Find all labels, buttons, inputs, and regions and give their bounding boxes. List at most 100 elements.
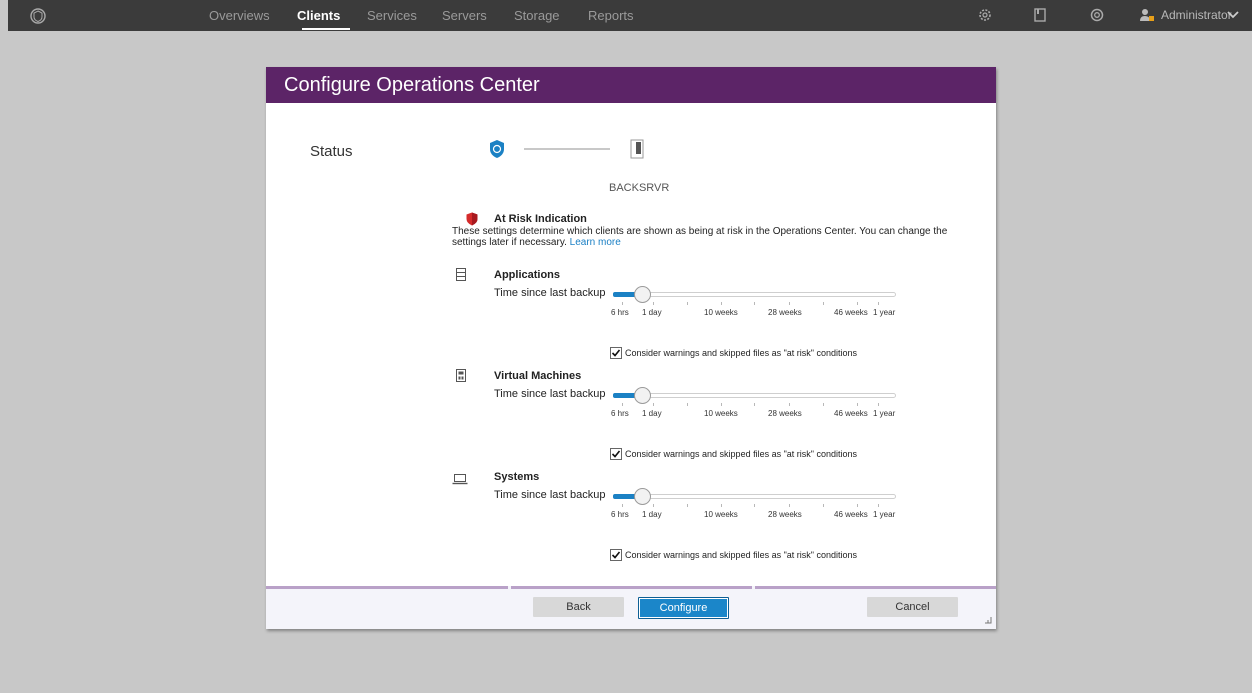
tick-label: 28 weeks	[768, 409, 802, 418]
slider-tick	[823, 504, 824, 507]
slider-tick	[687, 403, 688, 406]
slider-tick	[687, 302, 688, 305]
at-risk-description-text: These settings determine which clients a…	[452, 226, 948, 248]
configure-button[interactable]: Configure	[638, 597, 729, 619]
dialog-footer: Back Configure Cancel	[266, 586, 996, 629]
slider-tick	[754, 302, 755, 305]
slider-tick	[653, 504, 654, 507]
slider-tick	[789, 504, 790, 507]
slider-track[interactable]	[613, 292, 896, 297]
tick-label: 28 weeks	[768, 510, 802, 519]
status-label: Status	[310, 143, 353, 160]
slider-tick	[754, 403, 755, 406]
at-risk-description: These settings determine which clients a…	[452, 226, 972, 248]
slider-label: Time since last backup	[494, 287, 606, 299]
laptop-icon	[452, 472, 468, 490]
checkbox-label[interactable]: Consider warnings and skipped files as "…	[625, 348, 857, 358]
shield-status-icon	[489, 139, 505, 164]
tick-label: 1 day	[642, 510, 662, 519]
nav-services[interactable]: Services	[367, 8, 417, 23]
slider-label: Time since last backup	[494, 388, 606, 400]
at-risk-checkbox[interactable]	[610, 549, 622, 561]
status-connection-line	[524, 148, 610, 150]
section-title: Systems	[494, 471, 540, 483]
tick-label: 1 day	[642, 308, 662, 317]
book-icon[interactable]	[1034, 8, 1046, 27]
slider-tick	[721, 403, 722, 406]
slider-tick	[653, 403, 654, 406]
progress-step	[266, 586, 508, 589]
tick-label: 1 year	[873, 409, 896, 418]
virtual-machines-section: Virtual Machines Time since last backup …	[452, 369, 972, 470]
slider-tick	[789, 302, 790, 305]
product-logo-icon[interactable]	[30, 8, 46, 24]
applications-section: Applications Time since last backup 6 hr…	[452, 268, 972, 369]
slider-tick	[878, 403, 879, 406]
slider-label: Time since last backup	[494, 489, 606, 501]
checkbox-label[interactable]: Consider warnings and skipped files as "…	[625, 449, 857, 459]
slider-thumb[interactable]	[634, 286, 651, 303]
slider-track[interactable]	[613, 393, 896, 398]
systems-section: Systems Time since last backup 6 hrs 1 d…	[452, 471, 972, 571]
nav-servers[interactable]: Servers	[442, 8, 487, 23]
slider-tick	[823, 403, 824, 406]
virtual-machine-icon	[456, 369, 466, 387]
user-name[interactable]: Administrator	[1161, 8, 1232, 22]
checkbox-label[interactable]: Consider warnings and skipped files as "…	[625, 550, 857, 560]
slider-tick	[687, 504, 688, 507]
slider-tick	[721, 302, 722, 305]
dialog-title: Configure Operations Center	[284, 74, 540, 96]
progress-step	[511, 586, 752, 589]
nav-storage[interactable]: Storage	[514, 8, 560, 23]
server-icon	[630, 139, 644, 164]
active-tab-indicator	[302, 28, 350, 30]
applications-icon	[456, 268, 466, 286]
slider-thumb[interactable]	[634, 488, 651, 505]
slider-tick	[622, 504, 623, 507]
help-lifebuoy-icon[interactable]	[1090, 8, 1104, 27]
top-navigation-bar: Overviews Clients Services Servers Stora…	[8, 0, 1252, 31]
slider-tick	[857, 403, 858, 406]
tick-label: 46 weeks	[834, 409, 868, 418]
server-name: BACKSRVR	[609, 182, 670, 194]
slider-tick	[789, 403, 790, 406]
nav-overviews[interactable]: Overviews	[209, 8, 270, 23]
slider-tick	[721, 504, 722, 507]
configure-dialog: Configure Operations Center Status BACKS…	[266, 67, 996, 629]
tick-label: 6 hrs	[611, 510, 629, 519]
slider-track[interactable]	[613, 494, 896, 499]
section-title: Virtual Machines	[494, 370, 582, 382]
progress-step	[755, 586, 996, 589]
tick-label: 10 weeks	[704, 409, 738, 418]
at-risk-checkbox[interactable]	[610, 448, 622, 460]
cancel-button[interactable]: Cancel	[867, 597, 958, 617]
tick-label: 1 day	[642, 409, 662, 418]
slider-tick	[857, 504, 858, 507]
nav-clients[interactable]: Clients	[297, 8, 340, 23]
tick-label: 6 hrs	[611, 409, 629, 418]
slider-tick	[754, 504, 755, 507]
section-title: Applications	[494, 269, 561, 281]
tick-label: 46 weeks	[834, 308, 868, 317]
slider-tick	[653, 302, 654, 305]
tick-label: 10 weeks	[704, 308, 738, 317]
resize-grip-icon[interactable]	[984, 616, 992, 626]
tick-label: 10 weeks	[704, 510, 738, 519]
tick-label: 6 hrs	[611, 308, 629, 317]
slider-tick	[622, 302, 623, 305]
back-button[interactable]: Back	[533, 597, 624, 617]
settings-gear-icon[interactable]	[978, 8, 992, 27]
slider-tick	[878, 302, 879, 305]
chevron-down-icon[interactable]	[1226, 8, 1240, 27]
tick-label: 46 weeks	[834, 510, 868, 519]
at-risk-checkbox[interactable]	[610, 347, 622, 359]
dialog-header: Configure Operations Center	[266, 67, 996, 103]
tick-label: 1 year	[873, 308, 896, 317]
user-icon[interactable]	[1139, 8, 1155, 27]
at-risk-title: At Risk Indication	[494, 213, 587, 225]
learn-more-link[interactable]: Learn more	[570, 237, 621, 248]
slider-thumb[interactable]	[634, 387, 651, 404]
slider-tick	[823, 302, 824, 305]
nav-reports[interactable]: Reports	[588, 8, 634, 23]
slider-tick	[857, 302, 858, 305]
